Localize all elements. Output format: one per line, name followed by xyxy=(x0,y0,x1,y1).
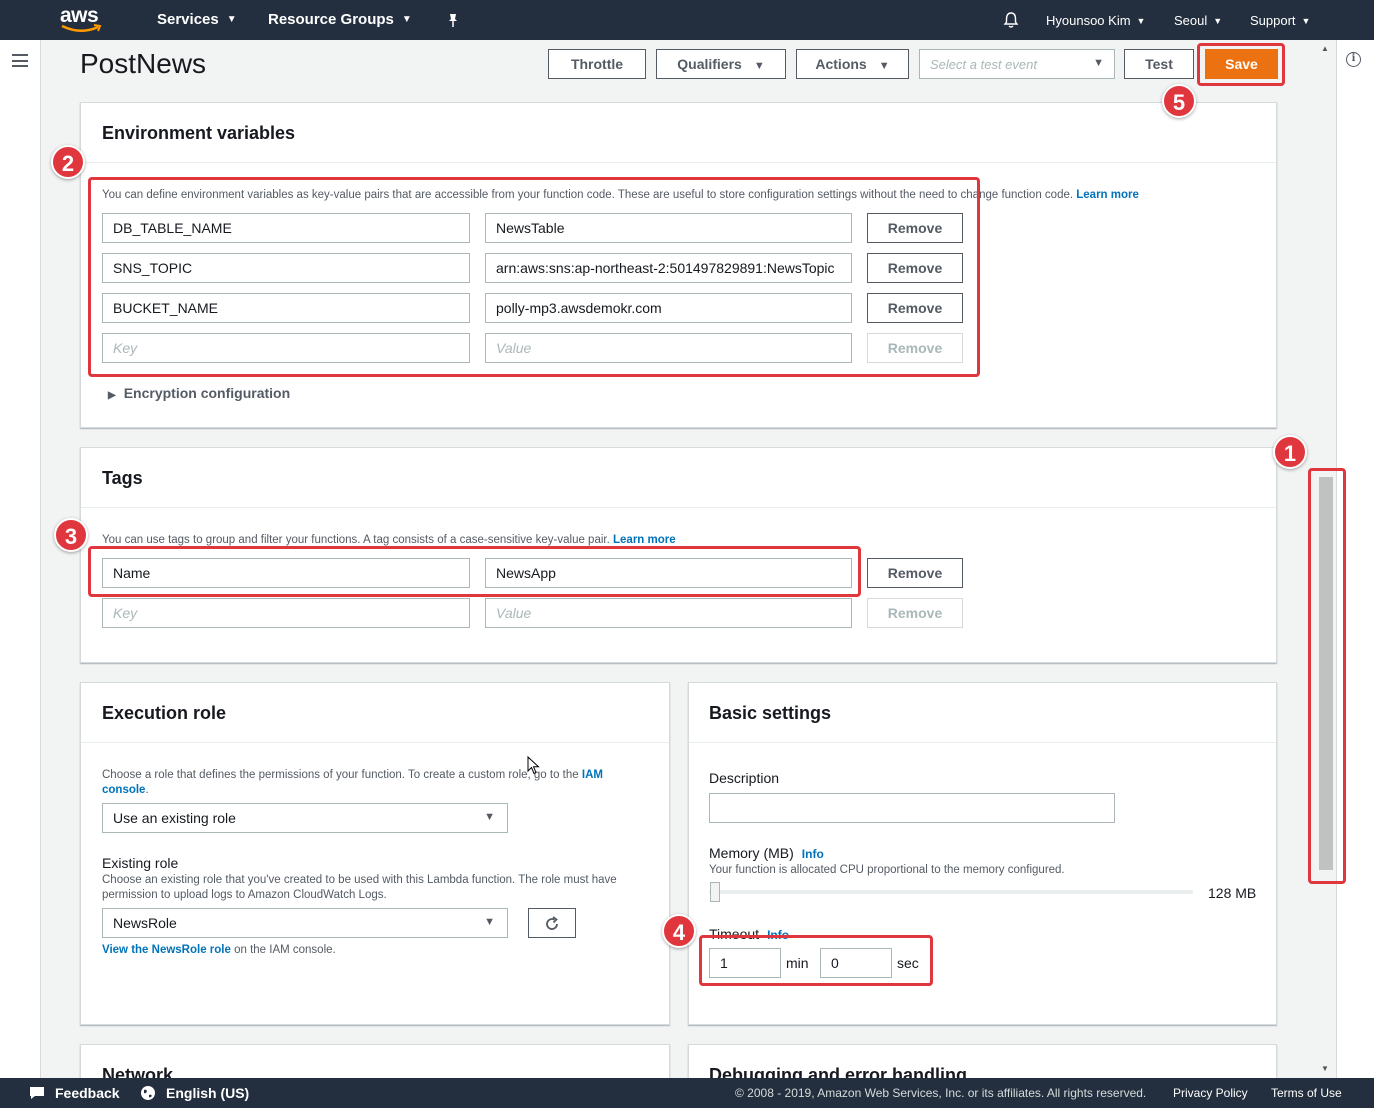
actions-button[interactable]: Actions ▼ xyxy=(796,49,909,79)
existing-role-label: Existing role xyxy=(102,855,179,871)
execution-role-help: Choose a role that defines the permissio… xyxy=(102,769,603,796)
annotation-badge-1: 1 xyxy=(1273,435,1307,469)
tag-new-value-input[interactable]: Value xyxy=(485,598,852,628)
chevron-down-icon: ▼ xyxy=(1213,16,1223,26)
encryption-configuration-toggle[interactable]: ▶ Encryption configuration xyxy=(108,385,290,401)
resource-groups-label: Resource Groups xyxy=(268,11,394,28)
iam-console-link[interactable]: IAM xyxy=(582,769,603,781)
caret-down-icon: ▼ xyxy=(753,60,765,72)
description-label: Description xyxy=(709,770,780,786)
refresh-roles-button[interactable] xyxy=(528,908,576,938)
role-type-select[interactable]: Use an existing role ▼ xyxy=(102,803,508,833)
support-menu[interactable]: Support ▼ xyxy=(1250,13,1310,28)
panel-header xyxy=(81,448,1276,508)
test-button[interactable]: Test xyxy=(1124,49,1194,79)
existing-role-value: NewsRole xyxy=(113,915,177,931)
caret-down-icon: ▼ xyxy=(484,811,495,823)
annotation-badge-5: 5 xyxy=(1162,84,1196,118)
chevron-down-icon: ▼ xyxy=(1301,16,1311,26)
actions-label: Actions xyxy=(815,56,867,72)
bell-icon[interactable] xyxy=(1003,11,1019,29)
qualifiers-button[interactable]: Qualifiers ▼ xyxy=(656,49,786,79)
memory-slider-handle[interactable] xyxy=(710,882,720,902)
execution-role-title: Execution role xyxy=(102,703,227,723)
refresh-icon xyxy=(546,916,558,930)
existing-role-select[interactable]: NewsRole ▼ xyxy=(102,908,508,938)
encryption-label: Encryption configuration xyxy=(123,385,291,401)
privacy-policy-link[interactable]: Privacy Policy xyxy=(1173,1086,1248,1100)
existing-role-help: Choose an existing role that you've crea… xyxy=(102,874,617,901)
iam-console-link[interactable]: console xyxy=(102,784,145,796)
caret-down-icon: ▼ xyxy=(878,60,890,72)
top-navigation-bar: aws Services ▼ Resource Groups ▼ Hyounsoo … xyxy=(0,0,1374,40)
feedback-link[interactable]: Feedback xyxy=(55,1085,120,1101)
tag-new-remove-button: Remove xyxy=(867,598,963,628)
page-title: PostNews xyxy=(80,48,207,79)
region-menu[interactable]: Seoul ▼ xyxy=(1174,13,1222,28)
tags-learn-more-link[interactable]: Learn more xyxy=(613,534,676,546)
memory-label: Memory (MB) xyxy=(709,845,794,861)
services-label: Services xyxy=(157,11,219,28)
user-menu[interactable]: Hyounsoo Kim ▼ xyxy=(1046,13,1145,28)
description-input[interactable] xyxy=(709,793,1115,823)
menu-icon[interactable] xyxy=(12,54,28,67)
execution-role-panel: Execution role Choose a role that define… xyxy=(80,682,670,1025)
tags-help-text: You can use tags to group and filter you… xyxy=(102,534,610,546)
user-name: Hyounsoo Kim xyxy=(1046,13,1131,28)
caret-down-icon: ▼ xyxy=(1093,57,1104,69)
language-selector[interactable]: English (US) xyxy=(166,1085,249,1101)
terms-of-use-link[interactable]: Terms of Use xyxy=(1271,1086,1342,1100)
services-menu[interactable]: Services ▼ xyxy=(157,11,237,28)
memory-value: 128 MB xyxy=(1208,885,1257,901)
memory-label-row: Memory (MB) Info xyxy=(709,845,824,861)
footer-bar: Feedback English (US) © 2008 - 2019, Ama… xyxy=(0,1078,1374,1108)
view-role-text: View the NewsRole role on the IAM consol… xyxy=(102,943,336,958)
feedback-icon xyxy=(30,1087,44,1099)
scroll-down-icon[interactable]: ▼ xyxy=(1321,1064,1329,1073)
role-type-value: Use an existing role xyxy=(113,810,236,826)
environment-variables-title: Environment variables xyxy=(102,123,296,143)
test-event-select[interactable]: Select a test event ▼ xyxy=(919,49,1115,79)
env-learn-more-link[interactable]: Learn more xyxy=(1076,189,1139,201)
annotation-box-env-vars xyxy=(88,177,980,377)
exec-help-text: Choose a role that defines the permissio… xyxy=(102,769,579,781)
view-role-link[interactable]: View the NewsRole role xyxy=(102,944,231,956)
copyright-text: © 2008 - 2019, Amazon Web Services, Inc.… xyxy=(735,1086,1147,1100)
annotation-badge-4: 4 xyxy=(662,914,696,948)
chevron-down-icon: ▼ xyxy=(226,14,237,25)
aws-logo[interactable]: aws xyxy=(58,4,106,36)
annotation-box-timeout xyxy=(699,935,933,986)
test-event-placeholder: Select a test event xyxy=(930,57,1037,72)
aws-smile-icon xyxy=(61,24,102,32)
view-role-suffix: on the IAM console. xyxy=(230,944,336,956)
chevron-down-icon: ▼ xyxy=(401,14,412,25)
caret-right-icon: ▶ xyxy=(108,390,116,401)
resource-groups-menu[interactable]: Resource Groups ▼ xyxy=(268,11,412,28)
globe-icon xyxy=(141,1086,155,1100)
info-panel-icon[interactable]: i xyxy=(1346,52,1361,67)
annotation-badge-2: 2 xyxy=(51,145,85,179)
throttle-button[interactable]: Throttle xyxy=(548,49,646,79)
tag-remove-button[interactable]: Remove xyxy=(867,558,963,588)
memory-slider-track[interactable] xyxy=(709,890,1193,894)
annotation-badge-3: 3 xyxy=(54,518,88,552)
tag-new-key-input[interactable]: Key xyxy=(102,598,470,628)
annotation-box-tags xyxy=(88,546,861,597)
caret-down-icon: ▼ xyxy=(484,916,495,928)
memory-help: Your function is allocated CPU proportio… xyxy=(709,864,1065,876)
support-label: Support xyxy=(1250,13,1296,28)
mouse-cursor-icon xyxy=(527,756,540,775)
left-rail xyxy=(0,40,41,1078)
annotation-box-save xyxy=(1197,43,1285,86)
scroll-up-icon[interactable]: ▲ xyxy=(1321,44,1329,53)
qualifiers-label: Qualifiers xyxy=(677,56,742,72)
memory-info-link[interactable]: Info xyxy=(802,847,824,861)
tags-title: Tags xyxy=(102,468,143,488)
pin-icon[interactable] xyxy=(445,12,461,28)
chevron-down-icon: ▼ xyxy=(1136,16,1146,26)
region-name: Seoul xyxy=(1174,13,1208,28)
basic-settings-title: Basic settings xyxy=(709,703,832,723)
annotation-box-scrollbar xyxy=(1308,468,1346,884)
